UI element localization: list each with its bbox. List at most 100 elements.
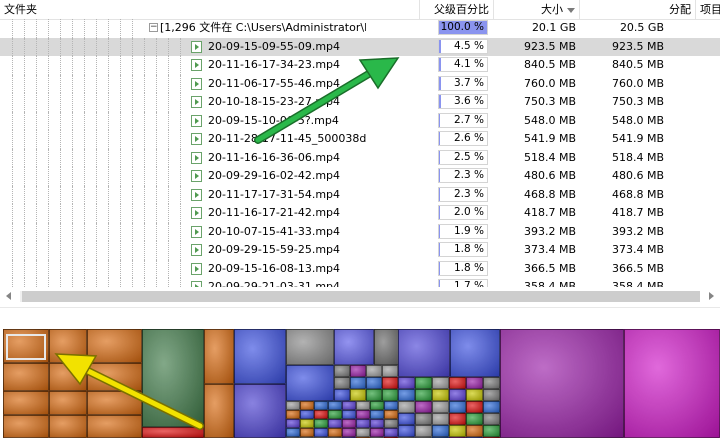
treemap-tile[interactable] bbox=[398, 377, 415, 389]
treemap-tile[interactable] bbox=[449, 401, 466, 413]
treemap-tile[interactable] bbox=[142, 329, 204, 427]
treemap-tile[interactable] bbox=[328, 410, 342, 419]
treemap-tile[interactable] bbox=[314, 410, 328, 419]
treemap-tile[interactable] bbox=[342, 428, 356, 437]
treemap-tile[interactable] bbox=[398, 389, 415, 401]
treemap-tile[interactable] bbox=[384, 428, 398, 437]
file-row[interactable]: 20-09-15-10-00-5?.mp4 2.7 % 548.0 MB 548.0 … bbox=[0, 111, 720, 130]
treemap-tile[interactable] bbox=[286, 401, 300, 410]
treemap-tile[interactable] bbox=[432, 401, 449, 413]
scroll-thumb[interactable] bbox=[22, 291, 700, 302]
file-row[interactable]: 20-11-28-17-11-45_500038da53 2.6 % 541.9 M… bbox=[0, 130, 720, 149]
treemap-tile[interactable] bbox=[384, 401, 398, 410]
treemap-tile[interactable] bbox=[286, 419, 300, 428]
horizontal-scrollbar[interactable] bbox=[0, 287, 720, 307]
treemap-tile[interactable] bbox=[415, 377, 432, 389]
treemap-tile[interactable] bbox=[415, 389, 432, 401]
treemap-tile[interactable] bbox=[342, 419, 356, 428]
treemap-tile[interactable] bbox=[334, 365, 350, 377]
treemap-tile[interactable] bbox=[3, 329, 49, 363]
treemap-tile[interactable] bbox=[415, 401, 432, 413]
treemap-tile[interactable] bbox=[49, 329, 87, 363]
treemap-tile[interactable] bbox=[466, 377, 483, 389]
treemap-tile[interactable] bbox=[87, 329, 142, 363]
column-items[interactable]: 项目 bbox=[696, 0, 720, 19]
treemap-tile[interactable] bbox=[300, 401, 314, 410]
treemap-tile[interactable] bbox=[3, 391, 49, 415]
column-size[interactable]: 大小 bbox=[494, 0, 580, 19]
treemap-tile[interactable] bbox=[449, 413, 466, 425]
treemap-tile[interactable] bbox=[483, 389, 500, 401]
treemap-tile[interactable] bbox=[49, 391, 87, 415]
treemap-tile[interactable] bbox=[398, 329, 450, 377]
treemap-tile[interactable] bbox=[286, 329, 334, 365]
treemap-tile[interactable] bbox=[466, 425, 483, 437]
treemap-tile[interactable] bbox=[370, 428, 384, 437]
file-row[interactable]: 20-11-16-17-21-42.mp4 2.0 % 418.7 MB 418.7 … bbox=[0, 204, 720, 223]
treemap-tile[interactable] bbox=[398, 425, 415, 437]
treemap-tile[interactable] bbox=[350, 377, 366, 389]
treemap-tile[interactable] bbox=[334, 329, 374, 365]
treemap-tile[interactable] bbox=[334, 389, 350, 401]
treemap-tile[interactable] bbox=[483, 377, 500, 389]
treemap-tile[interactable] bbox=[432, 425, 449, 437]
treemap-tile[interactable] bbox=[449, 389, 466, 401]
treemap-tile[interactable] bbox=[432, 377, 449, 389]
treemap-tile[interactable] bbox=[449, 377, 466, 389]
scroll-left-icon[interactable] bbox=[6, 292, 11, 300]
treemap-tile[interactable] bbox=[370, 419, 384, 428]
treemap-tile[interactable] bbox=[382, 377, 398, 389]
treemap-tile[interactable] bbox=[366, 365, 382, 377]
file-row[interactable]: 20-11-16-17-34-23.mp4 4.1 % 840.5 MB 840.5 … bbox=[0, 56, 720, 75]
treemap-tile[interactable] bbox=[204, 384, 234, 438]
column-folder[interactable]: 文件夹 bbox=[0, 0, 420, 19]
treemap-tile[interactable] bbox=[356, 410, 370, 419]
pane-splitter[interactable] bbox=[0, 307, 720, 330]
file-row[interactable]: 20-09-29-16-02-42.mp4 2.3 % 480.6 MB 480.6 … bbox=[0, 167, 720, 186]
treemap-tile[interactable] bbox=[350, 365, 366, 377]
treemap-tile[interactable] bbox=[328, 428, 342, 437]
folder-row[interactable]: − [1,296 文件在 C:\Users\Administrator\De 1… bbox=[0, 19, 720, 38]
treemap-tile[interactable] bbox=[398, 413, 415, 425]
treemap-tile[interactable] bbox=[466, 389, 483, 401]
treemap-tile[interactable] bbox=[87, 415, 142, 438]
treemap-tile[interactable] bbox=[450, 329, 500, 377]
treemap-tile[interactable] bbox=[466, 413, 483, 425]
treemap-tile[interactable] bbox=[483, 401, 500, 413]
treemap-tile[interactable] bbox=[142, 427, 204, 438]
treemap-tile[interactable] bbox=[234, 384, 286, 438]
treemap-tile[interactable] bbox=[49, 363, 87, 391]
scroll-right-icon[interactable] bbox=[709, 292, 714, 300]
treemap-tile[interactable] bbox=[328, 419, 342, 428]
treemap-tile[interactable] bbox=[3, 415, 49, 438]
treemap-tile[interactable] bbox=[382, 365, 398, 377]
treemap-tile[interactable] bbox=[449, 425, 466, 437]
treemap-tile[interactable] bbox=[366, 389, 382, 401]
treemap-tile[interactable] bbox=[286, 410, 300, 419]
treemap-tile[interactable] bbox=[483, 413, 500, 425]
treemap-tile[interactable] bbox=[49, 415, 87, 438]
file-row[interactable]: 20-11-16-16-36-06.mp4 2.5 % 518.4 MB 518.4 … bbox=[0, 148, 720, 167]
treemap-tile[interactable] bbox=[624, 329, 720, 438]
treemap-tile[interactable] bbox=[356, 419, 370, 428]
treemap-tile[interactable] bbox=[342, 401, 356, 410]
treemap-tile[interactable] bbox=[286, 428, 300, 437]
treemap-tile[interactable] bbox=[314, 419, 328, 428]
treemap-tile[interactable] bbox=[384, 410, 398, 419]
tree-list[interactable]: − [1,296 文件在 C:\Users\Administrator\De 1… bbox=[0, 19, 720, 287]
file-row[interactable]: 20-09-15-09-55-09.mp4 4.5 % 923.5 MB 923.5 … bbox=[0, 37, 720, 56]
treemap-tile[interactable] bbox=[356, 401, 370, 410]
treemap-tile[interactable] bbox=[366, 377, 382, 389]
file-row[interactable]: 20-09-29-15-59-25.mp4 1.8 % 373.4 MB 373.4 … bbox=[0, 241, 720, 260]
treemap-tile[interactable] bbox=[87, 363, 142, 391]
treemap-tile[interactable] bbox=[300, 410, 314, 419]
treemap-tile[interactable] bbox=[382, 389, 398, 401]
treemap-tile[interactable] bbox=[500, 329, 624, 438]
file-row[interactable]: 20-11-06-17-55-46.mp4 3.7 % 760.0 MB 760.0 … bbox=[0, 74, 720, 93]
treemap-tile[interactable] bbox=[3, 363, 49, 391]
column-allocated[interactable]: 分配 bbox=[580, 0, 696, 19]
file-row[interactable]: 20-11-17-17-31-54.mp4 2.3 % 468.8 MB 468.8 … bbox=[0, 185, 720, 204]
treemap-tile[interactable] bbox=[415, 425, 432, 437]
treemap-tile[interactable] bbox=[432, 413, 449, 425]
treemap-tile[interactable] bbox=[342, 410, 356, 419]
